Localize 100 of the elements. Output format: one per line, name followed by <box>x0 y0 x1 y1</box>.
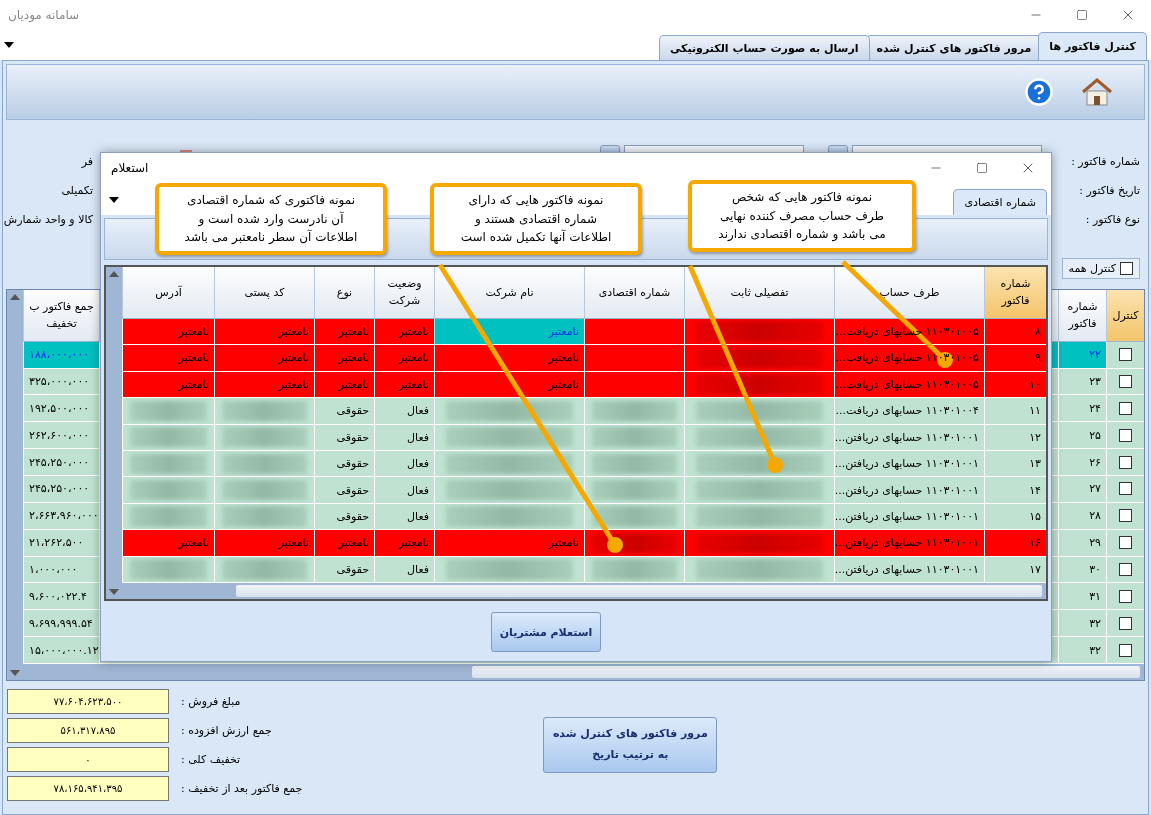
table-cell: نامعتبر <box>314 530 374 557</box>
table-cell: فعال <box>374 556 434 584</box>
column-header[interactable]: آدرس <box>122 267 214 319</box>
column-header[interactable]: شماره اقتصادی <box>584 267 684 319</box>
table-cell: ۲۷ <box>1058 476 1106 503</box>
table-cell: ۳۲ <box>1058 610 1106 638</box>
checkbox[interactable] <box>1119 348 1132 362</box>
horizontal-scrollbar[interactable] <box>122 583 1046 599</box>
summary-label: مبلغ فروش : <box>181 694 241 708</box>
review-button[interactable]: مرور فاکتور های کنترل شده به ترتیب تاریخ <box>543 716 718 773</box>
table-cell: نامعتبر <box>122 345 214 372</box>
field-label: نوع فاکتور : <box>1085 213 1140 226</box>
table-cell: حقوقی <box>314 556 374 584</box>
field-label: تکمیلی <box>61 184 93 197</box>
field-label: فر <box>81 155 93 168</box>
table-cell: ۱۶ <box>984 530 1046 557</box>
tab[interactable]: ارسال به صورت حساب الکترونیکی <box>658 35 870 60</box>
table-cell: حقوقی <box>314 477 374 504</box>
table-cell: ۹ <box>984 345 1046 372</box>
checkbox[interactable] <box>1119 589 1132 603</box>
field-label: تاریخ فاکتور : <box>1079 184 1140 197</box>
column-header[interactable]: نوع <box>314 267 374 319</box>
table-cell: ۱۱۰۳۰۱۰۰۴ حسابهای دریافت... <box>834 398 984 425</box>
column-header[interactable]: کنترل <box>1106 290 1144 342</box>
scroll-down-icon[interactable] <box>10 670 20 676</box>
scroll-down-icon[interactable] <box>109 589 119 595</box>
house-icon[interactable] <box>1080 77 1114 107</box>
checkbox[interactable] <box>1120 262 1133 275</box>
table-cell: ۳۰ <box>1058 556 1106 584</box>
checkbox[interactable] <box>1119 375 1132 388</box>
checkbox[interactable] <box>1119 509 1132 523</box>
checkbox[interactable] <box>1119 616 1132 630</box>
table-cell: ۲۶ <box>1058 449 1106 477</box>
table-cell: نامعتبر <box>214 530 314 557</box>
window-title: سامانه مودیان <box>8 8 80 22</box>
field-label: کالا و واحد شمارش <box>3 213 93 226</box>
column-header[interactable]: کد پستی <box>214 267 314 319</box>
table-cell: فعال <box>374 477 434 504</box>
inquiry-button[interactable]: استعلام مشتریان <box>490 612 602 652</box>
table-cell: ۲۹ <box>1058 529 1106 557</box>
table-cell: حقوقی <box>314 450 374 478</box>
column-header[interactable]: شماره فاکتور <box>984 267 1046 319</box>
checkbox[interactable] <box>1119 563 1132 577</box>
check-all-checkbox[interactable]: کنترل همه <box>1061 258 1140 279</box>
column-header[interactable]: وضعیت شرکت <box>374 267 434 319</box>
maximize-icon[interactable] <box>1076 9 1088 21</box>
dropdown-arrow-icon[interactable] <box>4 42 14 48</box>
table-cell: ۱۲ <box>984 424 1046 451</box>
table-cell: فعال <box>374 398 434 425</box>
tab[interactable]: شماره اقتصادی <box>953 189 1047 215</box>
table-cell: ۱۹۲،۵۰۰،۰۰۰ <box>23 395 99 423</box>
column-header[interactable]: شماره فاکتور <box>1058 290 1106 342</box>
maximize-icon[interactable] <box>976 162 988 174</box>
checkbox[interactable] <box>1119 536 1132 550</box>
table-cell: ۲۳ <box>1058 368 1106 396</box>
table-cell: نامعتبر <box>122 530 214 557</box>
table-cell: نامعتبر <box>122 318 214 346</box>
table-cell: حقوقی <box>314 503 374 531</box>
column-header[interactable]: طرف حساب <box>834 267 984 319</box>
scroll-up-icon[interactable] <box>10 294 20 300</box>
summary-label: جمع فاکتور بعد از تخفیف : <box>181 781 303 795</box>
table-cell: ۲۴۵،۲۵۰،۰۰۰ <box>23 476 99 503</box>
table-cell: ۱۳ <box>984 450 1046 478</box>
table-cell: فعال <box>374 450 434 478</box>
dialog-title: استعلام <box>111 161 149 175</box>
checkbox[interactable] <box>1119 428 1132 442</box>
callout-note: نمونه فاکتوری که شماره اقتصادی آن نادرست وارد شده است و اطلاعات آن سطر نامعتبر می باشد <box>155 183 387 255</box>
summary-field: ۵۶۱،۳۱۷،۸۹۵ <box>7 717 169 743</box>
checkbox[interactable] <box>1119 401 1132 415</box>
table-cell: ۱۵،۰۰۰،۰۰۰.۱۲ <box>23 637 99 665</box>
horizontal-scrollbar[interactable] <box>23 664 1144 680</box>
tab[interactable]: کنترل فاکتور ها <box>1038 32 1147 60</box>
table-cell: ۹،۶۰۰،۰۲۲.۴ <box>23 583 99 611</box>
scroll-up-icon[interactable] <box>109 271 119 277</box>
table-cell: نامعتبر <box>214 371 314 399</box>
column-header[interactable]: جمع فاکتور ب تخفیف <box>23 290 99 342</box>
summary-field: ۰ <box>7 746 169 772</box>
table-cell: ۱۱۰۳۰۱۰۰۱ حسابهای دریافتن... <box>834 530 984 557</box>
checkbox[interactable] <box>1119 455 1132 469</box>
vertical-scrollbar[interactable] <box>106 267 122 599</box>
table-cell: ۱۱۰۳۰۱۰۰۱ حسابهای دریافتن... <box>834 556 984 584</box>
table-cell: نامعتبر <box>434 345 584 372</box>
table-cell: نامعتبر <box>314 371 374 399</box>
table-cell: ۲۵ <box>1058 422 1106 450</box>
help-icon[interactable] <box>1024 77 1054 107</box>
summary-field: ۷۷،۶۰۴،۶۲۳،۵۰۰ <box>7 688 169 714</box>
checkbox[interactable] <box>1119 482 1132 496</box>
column-header[interactable]: نام شرکت <box>434 267 584 319</box>
table-cell: فعال <box>374 503 434 531</box>
callout-note: نمونه فاکتور هایی که دارای شماره اقتصادی هستند و اطلاعات آنها تکمیل شده است <box>430 183 642 255</box>
dropdown-arrow-icon[interactable] <box>109 197 119 203</box>
table-cell: ۱۴ <box>984 477 1046 504</box>
table-cell: فعال <box>374 424 434 451</box>
column-header[interactable]: تفصیلی ثابت <box>684 267 834 319</box>
vertical-scrollbar[interactable] <box>7 290 23 680</box>
table-cell: ۱۷ <box>984 556 1046 584</box>
table-cell: نامعتبر <box>374 318 434 346</box>
table-cell: ۳۲ <box>1058 637 1106 665</box>
checkbox[interactable] <box>1119 643 1132 657</box>
table-cell: ۱۱۰۳۰۱۰۰۱ حسابهای دریافتن... <box>834 424 984 451</box>
